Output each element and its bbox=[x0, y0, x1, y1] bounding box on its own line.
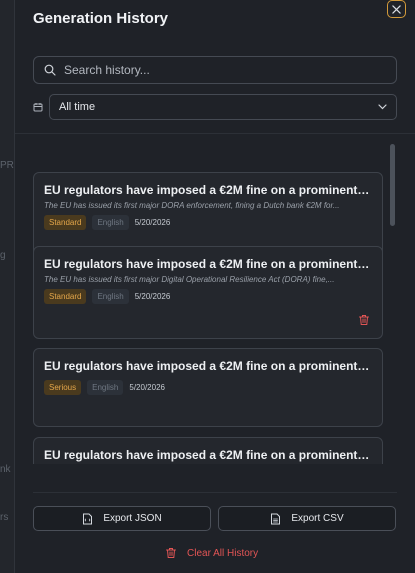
background-text: PR bbox=[0, 160, 14, 171]
export-json-button[interactable]: Export JSON bbox=[33, 506, 211, 531]
close-icon bbox=[392, 4, 401, 14]
tone-badge: Serious bbox=[44, 380, 82, 395]
panel-title: Generation History bbox=[33, 10, 169, 27]
search-icon bbox=[44, 64, 56, 76]
clear-all-history-label: Clear All History bbox=[187, 547, 259, 559]
close-button[interactable] bbox=[387, 0, 406, 18]
history-item[interactable]: EU regulators have imposed a €2M fine on… bbox=[33, 246, 383, 339]
language-badge: English bbox=[92, 289, 129, 304]
tone-badge: Standard bbox=[44, 289, 87, 304]
background-text: rs bbox=[0, 512, 9, 523]
history-item-snippet: The EU has issued its first major DORA e… bbox=[44, 201, 340, 210]
history-panel: Generation History All time EU r bbox=[14, 0, 415, 573]
divider bbox=[33, 492, 397, 493]
history-item-title: EU regulators have imposed a €2M fine on… bbox=[44, 257, 372, 271]
file-json-icon bbox=[83, 513, 93, 524]
date-filter-row: All time bbox=[33, 94, 397, 120]
history-item[interactable]: EU regulators have imposed a €2M fine on… bbox=[33, 348, 383, 427]
file-csv-icon bbox=[271, 513, 281, 524]
language-badge: English bbox=[87, 380, 124, 395]
history-item-date: 5/20/2026 bbox=[134, 218, 171, 227]
export-csv-button[interactable]: Export CSV bbox=[218, 506, 396, 531]
trash-icon bbox=[166, 548, 176, 558]
calendar-icon bbox=[33, 102, 43, 112]
chevron-down-icon bbox=[378, 104, 387, 110]
background-text: nk bbox=[0, 464, 11, 475]
date-range-value: All time bbox=[59, 101, 96, 113]
search-input[interactable] bbox=[64, 63, 364, 77]
scrollbar-thumb[interactable] bbox=[390, 144, 395, 226]
history-item-date: 5/20/2026 bbox=[129, 383, 165, 392]
history-item-title: EU regulators have imposed a €2M fine on… bbox=[44, 183, 372, 197]
trash-icon bbox=[359, 315, 369, 325]
history-item-date: 5/20/2026 bbox=[134, 292, 171, 301]
history-item-meta: Serious English 5/20/2026 bbox=[44, 380, 372, 395]
history-list: EU regulators have imposed a €2M fine on… bbox=[15, 134, 415, 464]
history-item[interactable]: EU regulators have imposed a €2M fine on… bbox=[33, 437, 383, 464]
language-badge: English bbox=[92, 215, 129, 230]
history-item-snippet: The EU has issued its first major Digita… bbox=[44, 275, 335, 284]
history-item-meta: Standard English 5/20/2026 bbox=[44, 289, 372, 304]
tone-badge: Standard bbox=[44, 215, 87, 230]
background-text: g bbox=[0, 250, 6, 261]
date-range-select[interactable]: All time bbox=[49, 94, 397, 120]
export-json-label: Export JSON bbox=[103, 513, 162, 524]
background-app: PR g rs nk bbox=[0, 0, 14, 573]
history-item-title: EU regulators have imposed a €2M fine on… bbox=[44, 448, 372, 462]
history-item-title: EU regulators have imposed a €2M fine on… bbox=[44, 359, 372, 373]
search-box[interactable] bbox=[33, 56, 397, 84]
history-item-meta: Standard English 5/20/2026 bbox=[44, 215, 372, 230]
delete-item-button[interactable] bbox=[358, 314, 370, 326]
export-csv-label: Export CSV bbox=[291, 513, 344, 524]
clear-all-history-button[interactable]: Clear All History bbox=[165, 545, 258, 561]
